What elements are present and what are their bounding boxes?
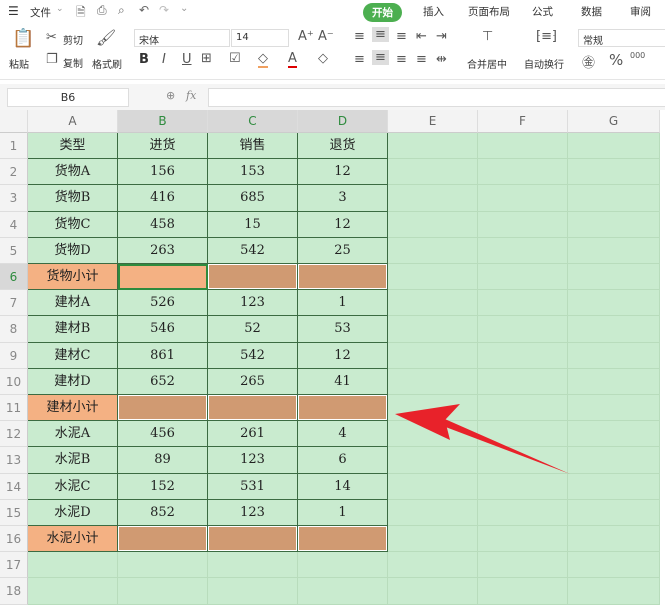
arrow-shaft (435, 416, 570, 474)
table-cell[interactable] (118, 264, 208, 291)
annotation-arrow (395, 404, 570, 474)
